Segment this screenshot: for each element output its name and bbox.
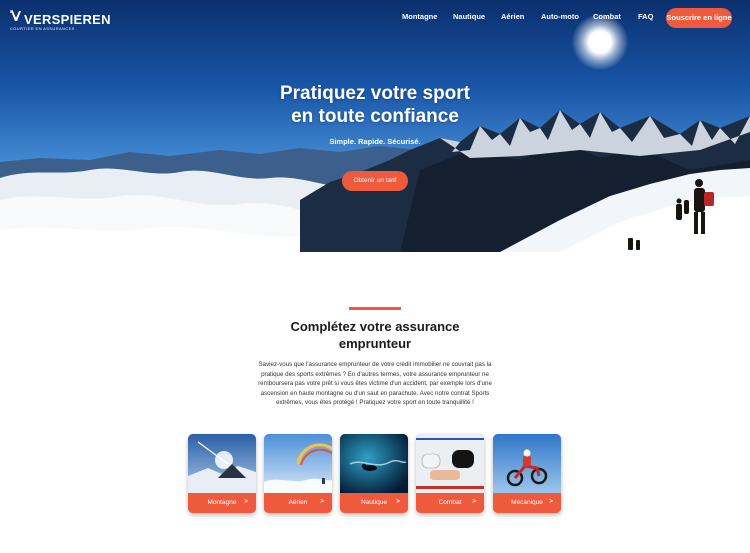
card-aerien-image xyxy=(264,434,332,493)
hero-subtitle: Simple. Rapide. Sécurisé. xyxy=(329,137,421,146)
card-aerien[interactable]: Aérien > xyxy=(264,434,332,513)
hero-title-line-1: Pratiquez votre sport xyxy=(279,83,471,104)
card-nautique-image xyxy=(340,434,408,493)
hero-title-line-2: en toute confiance xyxy=(291,106,459,127)
card-mecanique[interactable]: Mécanique > xyxy=(493,434,561,513)
card-mecanique-arrow-icon: > xyxy=(549,498,553,505)
card-mecanique-image xyxy=(493,434,561,493)
section-title-line-2: emprunteur xyxy=(338,336,412,351)
nav-item-auto-moto[interactable]: Auto-moto xyxy=(541,12,579,21)
card-montagne-image xyxy=(188,434,256,493)
nav-item-aerien[interactable]: Aérien xyxy=(501,12,524,21)
get-quote-button[interactable]: Obtenir un tarif xyxy=(342,171,408,191)
brand-name: VERSPIEREN xyxy=(24,12,111,27)
subscribe-online-button[interactable]: Souscrire en ligne xyxy=(666,8,732,28)
hero-banner: VERSPIEREN COURTIER EN ASSURANCES Montag… xyxy=(0,0,750,252)
section-divider xyxy=(349,307,401,310)
card-montagne-bar: Montagne > xyxy=(188,493,256,513)
card-nautique[interactable]: Nautique > xyxy=(340,434,408,513)
nav-item-combat[interactable]: Combat xyxy=(593,12,621,21)
card-aerien-bar: Aérien > xyxy=(264,493,332,513)
nav-item-montagne[interactable]: Montagne xyxy=(402,12,437,21)
card-combat-arrow-icon: > xyxy=(472,498,476,505)
card-nautique-bar: Nautique > xyxy=(340,493,408,513)
section-body-text: Saviez-vous que l'assurance emprunteur d… xyxy=(258,361,492,406)
card-mecanique-bar: Mécanique > xyxy=(493,493,561,513)
brand-tagline: COURTIER EN ASSURANCES xyxy=(10,26,75,31)
card-montagne-arrow-icon: > xyxy=(244,498,248,505)
verspieren-logo-icon xyxy=(10,10,21,21)
section-title: Complétez votre assurance emprunteur xyxy=(0,318,750,352)
card-aerien-arrow-icon: > xyxy=(320,498,324,505)
nav-item-faq[interactable]: FAQ xyxy=(638,12,653,21)
card-montagne[interactable]: Montagne > xyxy=(188,434,256,513)
card-combat-bar: Combat > xyxy=(416,493,484,513)
card-combat[interactable]: Combat > xyxy=(416,434,484,513)
hero-title: Pratiquez votre sport en toute confiance xyxy=(0,82,750,128)
card-combat-image xyxy=(416,434,484,493)
card-nautique-arrow-icon: > xyxy=(396,498,400,505)
section-title-line-1: Complétez votre assurance xyxy=(290,319,460,334)
sport-cards: Montagne > Aérien > Nautique > Combat > … xyxy=(188,434,562,514)
nav-item-nautique[interactable]: Nautique xyxy=(453,12,485,21)
